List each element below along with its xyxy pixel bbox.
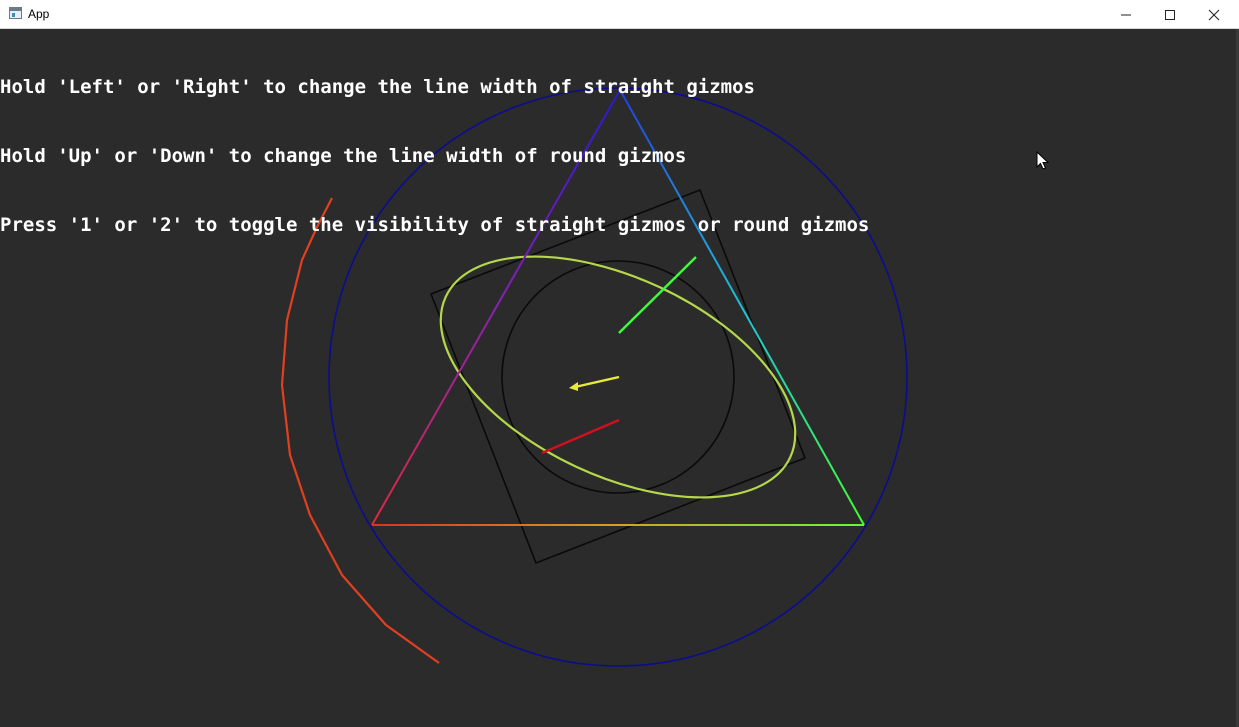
axis-line-red [541,418,620,455]
close-button[interactable] [1191,0,1237,29]
arrow-gizmo-yellow [574,375,620,389]
instructions-overlay: Hold 'Left' or 'Right' to change the lin… [0,30,869,283]
app-window: App Hold 'Left' or 'Right' to change the… [0,0,1239,727]
instruction-line-round: Hold 'Up' or 'Down' to change the line w… [0,145,687,167]
maximize-button[interactable] [1147,0,1193,29]
instruction-line-toggle: Press '1' or '2' to toggle the visibilit… [0,214,870,236]
minimize-button[interactable] [1103,0,1149,29]
title-bar[interactable]: App [0,0,1239,29]
mouse-cursor-icon [1036,151,1050,170]
app-icon [9,7,22,19]
maximize-icon [1165,9,1175,20]
instruction-line-straight: Hold 'Left' or 'Right' to change the lin… [0,76,755,98]
window-title: App [28,7,50,21]
minimize-icon [1121,14,1131,15]
close-icon [1208,9,1220,20]
render-canvas[interactable]: Hold 'Left' or 'Right' to change the lin… [0,29,1239,727]
arrow-head-yellow [569,382,578,391]
